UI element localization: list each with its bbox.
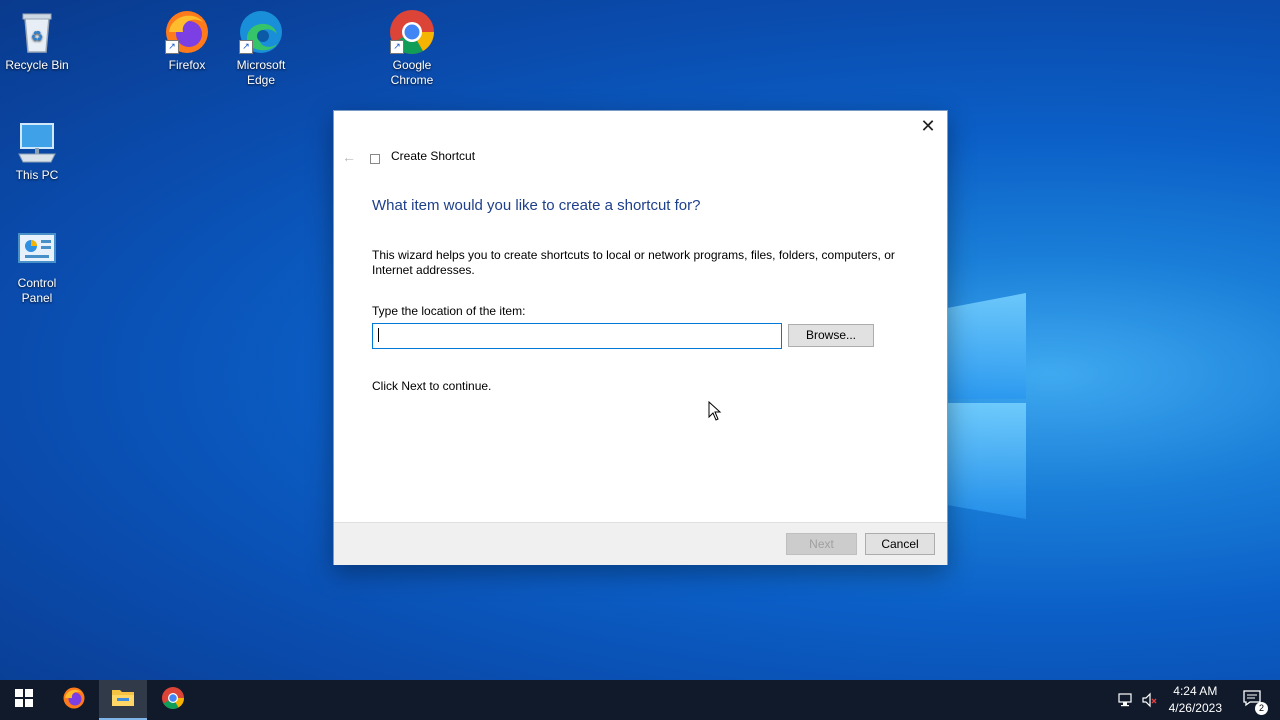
desktop-icon-label: Control Panel (17, 276, 57, 305)
dialog-heading: What item would you like to create a sho… (372, 197, 701, 214)
desktop-icon-label: Recycle Bin (5, 58, 69, 72)
recycle-bin-icon: ♻ (13, 8, 61, 56)
firefox-icon: ↗ (163, 8, 211, 56)
desktop-icon-control-panel[interactable]: Control Panel (0, 226, 74, 306)
shortcut-arrow-icon: ↗ (390, 40, 404, 54)
continue-hint: Click Next to continue. (372, 379, 492, 393)
taskbar-chrome[interactable] (149, 680, 197, 720)
dialog-title: Create Shortcut (391, 149, 476, 163)
taskbar-file-explorer[interactable] (99, 680, 147, 720)
desktop-icon-edge[interactable]: ↗ Microsoft Edge (224, 8, 298, 88)
desktop-icon-firefox[interactable]: ↗ Firefox (150, 8, 224, 73)
firefox-icon (62, 686, 86, 715)
cancel-button[interactable]: Cancel (865, 533, 935, 555)
create-shortcut-dialog: ✕ ← Create Shortcut What item would you … (333, 110, 948, 565)
chrome-icon (161, 686, 185, 715)
taskbar: 4:24 AM 4/26/2023 2 (0, 680, 1280, 720)
svg-text:♻: ♻ (31, 28, 44, 44)
start-icon (15, 688, 33, 712)
chrome-icon: ↗ (388, 8, 436, 56)
clock-date: 4/26/2023 (1168, 701, 1222, 715)
back-arrow-icon: ← (342, 149, 356, 165)
next-button[interactable]: Next (786, 533, 857, 555)
desktop-icon-label: This PC (15, 168, 59, 182)
close-button[interactable]: ✕ (915, 115, 941, 137)
notification-count-badge: 2 (1255, 702, 1268, 715)
desktop: ♻ Recycle Bin ↗ Firefox ↗ Microsoft Edge (0, 0, 1280, 680)
desktop-icon-label: Microsoft Edge (236, 58, 286, 87)
desktop-icon-label: Firefox (168, 58, 206, 72)
file-explorer-icon (111, 687, 135, 712)
network-icon[interactable] (1117, 691, 1135, 709)
shortcut-arrow-icon: ↗ (165, 40, 179, 54)
clock-time: 4:24 AM (1173, 684, 1218, 698)
location-label: Type the location of the item: (372, 304, 526, 318)
taskbar-firefox[interactable] (50, 680, 98, 720)
close-icon: ✕ (920, 116, 936, 136)
dialog-footer: Next Cancel (334, 522, 947, 565)
desktop-icon-chrome[interactable]: ↗ Google Chrome (375, 8, 449, 88)
notification-center-button[interactable]: 2 (1232, 680, 1272, 720)
dialog-description: This wizard helps you to create shortcut… (372, 248, 895, 277)
edge-icon: ↗ (237, 8, 285, 56)
desktop-icon-this-pc[interactable]: This PC (0, 118, 74, 183)
desktop-icon-recycle-bin[interactable]: ♻ Recycle Bin (0, 8, 74, 73)
browse-button[interactable]: Browse... (788, 324, 874, 347)
shortcut-icon (370, 154, 380, 164)
text-caret (378, 328, 379, 342)
windows-logo-wallpaper (948, 283, 1028, 519)
volume-muted-icon[interactable] (1141, 691, 1159, 709)
back-button[interactable]: ← (342, 149, 358, 165)
shortcut-arrow-icon: ↗ (239, 40, 253, 54)
desktop-icon-label: Google Chrome (390, 58, 434, 87)
system-clock[interactable]: 4:24 AM 4/26/2023 (1169, 683, 1222, 717)
location-input[interactable] (372, 323, 782, 349)
start-button[interactable] (0, 680, 48, 720)
this-pc-icon (13, 118, 61, 166)
control-panel-icon (13, 226, 61, 274)
